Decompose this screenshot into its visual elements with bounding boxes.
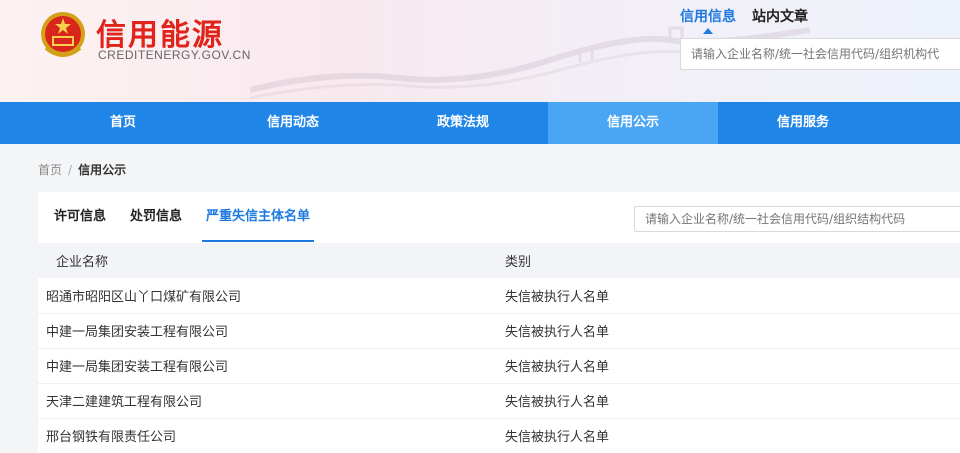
- search-tab-credit-info[interactable]: 信用信息: [680, 6, 736, 34]
- category-cell: 失信被执行人名单: [505, 278, 960, 314]
- category-cell: 失信被执行人名单: [505, 313, 960, 349]
- nav-item-credit-news[interactable]: 信用动态: [208, 102, 378, 144]
- nav-item-truncated[interactable]: 信: [888, 102, 960, 144]
- table-header-row: 企业名称 类别: [38, 243, 960, 278]
- company-name-cell[interactable]: 昭通市昭阳区山丫口煤矿有限公司: [38, 278, 505, 314]
- site-domain: CREDITENERGY.GOV.CN: [98, 48, 251, 62]
- national-emblem-icon: [41, 12, 85, 57]
- nav-item-home[interactable]: 首页: [38, 102, 208, 144]
- company-name-cell[interactable]: 中建一局集团安装工程有限公司: [38, 348, 505, 384]
- table-row[interactable]: 昭通市昭阳区山丫口煤矿有限公司 失信被执行人名单: [38, 278, 960, 314]
- breadcrumb-home-link[interactable]: 首页: [38, 163, 62, 177]
- column-header-company-name: 企业名称: [56, 255, 109, 270]
- category-cell: 失信被执行人名单: [505, 348, 960, 384]
- column-header-category: 类别: [505, 255, 532, 270]
- table-row[interactable]: 天津二建建筑工程有限公司 失信被执行人名单: [38, 383, 960, 419]
- tab-serious-dishonest-list[interactable]: 严重失信主体名单: [202, 192, 315, 242]
- dishonest-entity-table: 企业名称 类别 昭通市昭阳区山丫口煤矿有限公司 失信被执行人名单 中建一局集团安…: [38, 243, 960, 453]
- breadcrumb-current: 信用公示: [78, 163, 127, 177]
- search-tab-site-articles[interactable]: 站内文章: [752, 6, 808, 34]
- site-header: 信用能源 CREDITENERGY.GOV.CN 信用信息 站内文章: [0, 0, 960, 102]
- category-cell: 失信被执行人名单: [505, 383, 960, 419]
- breadcrumb: 首页 / 信用公示: [38, 161, 126, 178]
- search-type-tabs: 信用信息 站内文章: [680, 6, 808, 34]
- panel-search-input[interactable]: [634, 206, 960, 232]
- header-search-input[interactable]: [680, 38, 960, 70]
- tab-license-info[interactable]: 许可信息: [54, 192, 106, 242]
- category-cell: 失信被执行人名单: [505, 418, 960, 453]
- content-panel: 许可信息 处罚信息 严重失信主体名单 企业名称 类别 昭通市昭阳区山丫口煤矿有限…: [38, 192, 960, 453]
- nav-item-policies[interactable]: 政策法规: [378, 102, 548, 144]
- company-name-cell[interactable]: 邢台钢铁有限责任公司: [38, 418, 505, 453]
- table-row[interactable]: 中建一局集团安装工程有限公司 失信被执行人名单: [38, 348, 960, 384]
- breadcrumb-separator: /: [68, 163, 73, 177]
- category-tabs: 许可信息 处罚信息 严重失信主体名单: [38, 192, 334, 242]
- company-name-cell[interactable]: 中建一局集团安装工程有限公司: [38, 313, 505, 349]
- table-row[interactable]: 邢台钢铁有限责任公司 失信被执行人名单: [38, 418, 960, 453]
- nav-item-credit-services[interactable]: 信用服务: [718, 102, 888, 144]
- nav-item-credit-publicity[interactable]: 信用公示: [548, 102, 718, 144]
- table-row[interactable]: 中建一局集团安装工程有限公司 失信被执行人名单: [38, 313, 960, 349]
- company-name-cell[interactable]: 天津二建建筑工程有限公司: [38, 383, 505, 419]
- tab-penalty-info[interactable]: 处罚信息: [130, 192, 182, 242]
- main-nav: 首页 信用动态 政策法规 信用公示 信用服务 信: [0, 102, 960, 144]
